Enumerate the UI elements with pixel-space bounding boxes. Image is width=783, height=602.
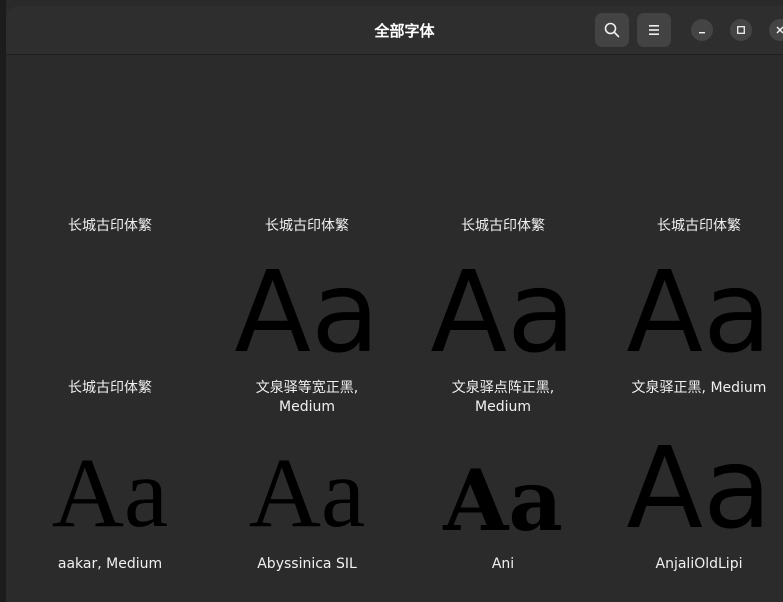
font-sample-glyphs: Aa: [443, 451, 563, 550]
font-tile[interactable]: Aa 文泉驿等宽正黑, Medium: [209, 241, 405, 421]
font-sample-glyphs: Aa: [430, 248, 576, 378]
font-tile[interactable]: Aa aakar, Medium: [12, 427, 208, 587]
font-name: aakar, Medium: [57, 556, 163, 572]
font-tile[interactable]: Aa Ani: [405, 427, 601, 587]
font-viewer-window: 全部字体 长城古印体繁 长城古印体繁 长城古印体繁 长城古印体繁 长城古印体繁 …: [6, 6, 783, 602]
font-name: 长城古印体繁: [68, 218, 152, 234]
minimize-button[interactable]: [691, 19, 713, 41]
hamburger-menu-icon: [649, 25, 659, 35]
font-name: 文泉驿点阵正黑, Medium: [451, 380, 555, 415]
font-name: 长城古印体繁: [265, 218, 349, 234]
font-sample-glyphs: Aa: [626, 248, 772, 378]
font-tile[interactable]: Aa AnjaliOldLipi: [601, 427, 783, 587]
font-name: Abyssinica SIL: [257, 556, 357, 572]
font-tile[interactable]: 长城古印体繁: [405, 55, 601, 235]
font-tile[interactable]: 长城古印体繁: [209, 55, 405, 235]
header-bar: 全部字体: [6, 6, 783, 55]
font-tile[interactable]: Aa Abyssinica SIL: [209, 427, 405, 587]
font-tile[interactable]: 长城古印体繁: [601, 55, 783, 235]
font-sample-glyphs: Aa: [248, 437, 366, 548]
font-sample-glyphs: Aa: [51, 437, 169, 548]
font-name: Ani: [491, 556, 515, 572]
font-tile[interactable]: Aa 文泉驿正黑, Medium: [601, 241, 783, 421]
font-name: 长城古印体繁: [461, 218, 545, 234]
font-sample-glyphs: Aa: [234, 248, 380, 378]
search-button[interactable]: [595, 13, 629, 47]
font-sample-glyphs: Aa: [626, 424, 772, 554]
main-menu-button[interactable]: [637, 13, 671, 47]
minimize-icon: [699, 32, 705, 34]
font-grid[interactable]: 长城古印体繁 长城古印体繁 长城古印体繁 长城古印体繁 长城古印体繁 Aa 文泉…: [6, 55, 783, 602]
font-name: 长城古印体繁: [68, 380, 152, 396]
maximize-button[interactable]: [730, 19, 752, 41]
font-tile[interactable]: Aa 文泉驿点阵正黑, Medium: [405, 241, 601, 421]
font-name: 长城古印体繁: [657, 218, 741, 234]
search-icon: [604, 22, 620, 38]
font-name: 文泉驿等宽正黑, Medium: [255, 380, 359, 415]
font-tile[interactable]: 长城古印体繁: [12, 55, 208, 235]
maximize-icon: [737, 26, 745, 34]
font-name: AnjaliOldLipi: [655, 556, 743, 572]
font-name: 文泉驿正黑, Medium: [631, 380, 767, 396]
font-tile[interactable]: 长城古印体繁: [12, 241, 208, 421]
close-icon: [776, 26, 783, 34]
